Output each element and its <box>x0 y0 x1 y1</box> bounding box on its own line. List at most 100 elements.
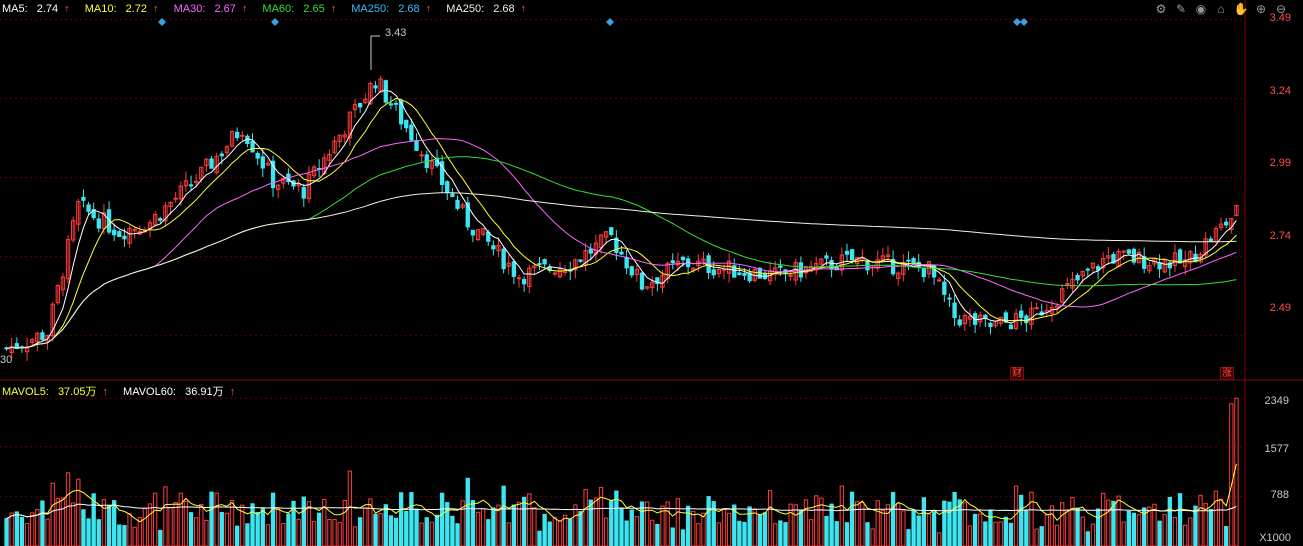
volume-bar <box>1003 516 1009 546</box>
volume-bar <box>1106 499 1111 546</box>
volume-bar <box>245 523 250 546</box>
volume-bar <box>762 512 768 546</box>
volume-bar <box>542 513 547 546</box>
volume-bar <box>1060 502 1065 546</box>
candle-body <box>1034 307 1039 310</box>
settings-icon[interactable]: ⚙ <box>1153 1 1169 17</box>
candle-body <box>737 272 742 276</box>
stock-chart[interactable] <box>0 0 1303 546</box>
volume-bar <box>1034 528 1039 546</box>
volume-bar <box>178 492 183 546</box>
volume-bar <box>691 510 696 546</box>
candle-body <box>680 256 686 261</box>
volume-bar <box>383 504 388 546</box>
hand-icon[interactable]: ✋ <box>1233 1 1249 17</box>
volume-bar <box>972 513 978 546</box>
candle-body <box>849 249 855 261</box>
limit-up-flag[interactable]: 涨 <box>1220 367 1234 380</box>
volume-bar <box>644 501 650 546</box>
volume-bar <box>281 523 286 546</box>
candle-body <box>373 85 378 89</box>
volume-bar <box>834 521 839 546</box>
candle-body <box>1008 324 1014 330</box>
volume-bar <box>434 514 440 546</box>
volume-bar <box>793 504 798 546</box>
volume-bar <box>660 505 665 546</box>
volume-bar <box>588 499 593 546</box>
volume-legend: MAVOL5: 37.05万 ↑ MAVOL60: 36.91万 ↑ <box>2 385 247 399</box>
candle-body <box>1085 268 1090 271</box>
volume-bar <box>711 501 716 546</box>
candle-body <box>542 259 547 265</box>
volume-bar <box>275 508 281 546</box>
candle-body <box>1075 274 1080 281</box>
candle-body <box>388 103 394 106</box>
event-marker <box>1013 18 1021 26</box>
volume-bar <box>496 504 501 546</box>
candle-body <box>470 229 476 236</box>
volume-bar <box>209 491 214 546</box>
volume-bar <box>1049 505 1055 546</box>
volume-bar <box>296 518 301 546</box>
volume-bar <box>1013 485 1019 546</box>
volume-bar <box>9 512 14 546</box>
volume-bar <box>562 514 568 546</box>
candle-body <box>86 204 91 212</box>
volume-bar <box>470 500 476 546</box>
volume-bar <box>173 502 178 546</box>
volume-bar <box>839 485 845 546</box>
zoom-in-icon[interactable]: ⊕ <box>1253 1 1269 17</box>
volume-bar <box>19 516 25 546</box>
volume-bar <box>286 513 291 546</box>
volume-bar <box>393 517 399 546</box>
eye-icon[interactable]: ◉ <box>1193 1 1209 17</box>
candle-body <box>158 218 163 221</box>
volume-bar <box>675 498 681 546</box>
candle-body <box>906 259 911 262</box>
candle-body <box>957 319 962 326</box>
volume-bar <box>552 516 558 546</box>
candle-body <box>234 131 240 139</box>
volume-bar <box>352 526 358 546</box>
ma250-legend-a: MA250: 2.68 ↑ <box>351 3 432 15</box>
volume-bar <box>101 499 107 546</box>
candle-body <box>511 261 517 277</box>
volume-bar <box>1080 516 1085 546</box>
ma5-legend: MA5: 2.74 ↑ <box>2 3 70 15</box>
volume-bar <box>332 519 337 546</box>
volume-bar <box>916 515 921 546</box>
candle-body <box>937 279 942 282</box>
volume-bar <box>593 497 599 546</box>
basket-icon[interactable]: ⌂ <box>1213 1 1229 17</box>
volume-tick-1577: 1577 <box>1264 443 1289 455</box>
volume-bar <box>773 523 778 546</box>
ma-line-ma5 <box>6 89 1237 350</box>
volume-bar <box>926 513 932 546</box>
volume-bar <box>188 512 194 546</box>
candle-body <box>521 279 527 285</box>
candle-body <box>844 250 850 255</box>
volume-bar <box>875 500 880 546</box>
volume-bar <box>1167 496 1172 546</box>
volume-bar <box>311 520 317 546</box>
volume-bar <box>327 519 332 546</box>
volume-bar <box>603 517 609 546</box>
pen-icon[interactable]: ✎ <box>1173 1 1189 17</box>
mavol5-legend: MAVOL5: 37.05万 ↑ <box>2 386 108 398</box>
candle-body <box>921 267 927 278</box>
volume-bar <box>511 504 517 546</box>
volume-bar <box>906 529 911 546</box>
volume-bar <box>4 518 9 546</box>
volume-bar <box>153 492 158 546</box>
candle-body <box>455 199 460 209</box>
volume-bar <box>106 505 112 546</box>
volume-bar <box>880 509 886 546</box>
volume-bar <box>998 521 1003 546</box>
volume-bar <box>573 504 578 546</box>
volume-bar <box>993 521 998 546</box>
volume-bar <box>885 504 891 546</box>
candle-body <box>491 245 496 250</box>
volume-bar <box>491 507 496 546</box>
candle-body <box>404 119 409 129</box>
earnings-flag[interactable]: 财 <box>1010 367 1024 380</box>
